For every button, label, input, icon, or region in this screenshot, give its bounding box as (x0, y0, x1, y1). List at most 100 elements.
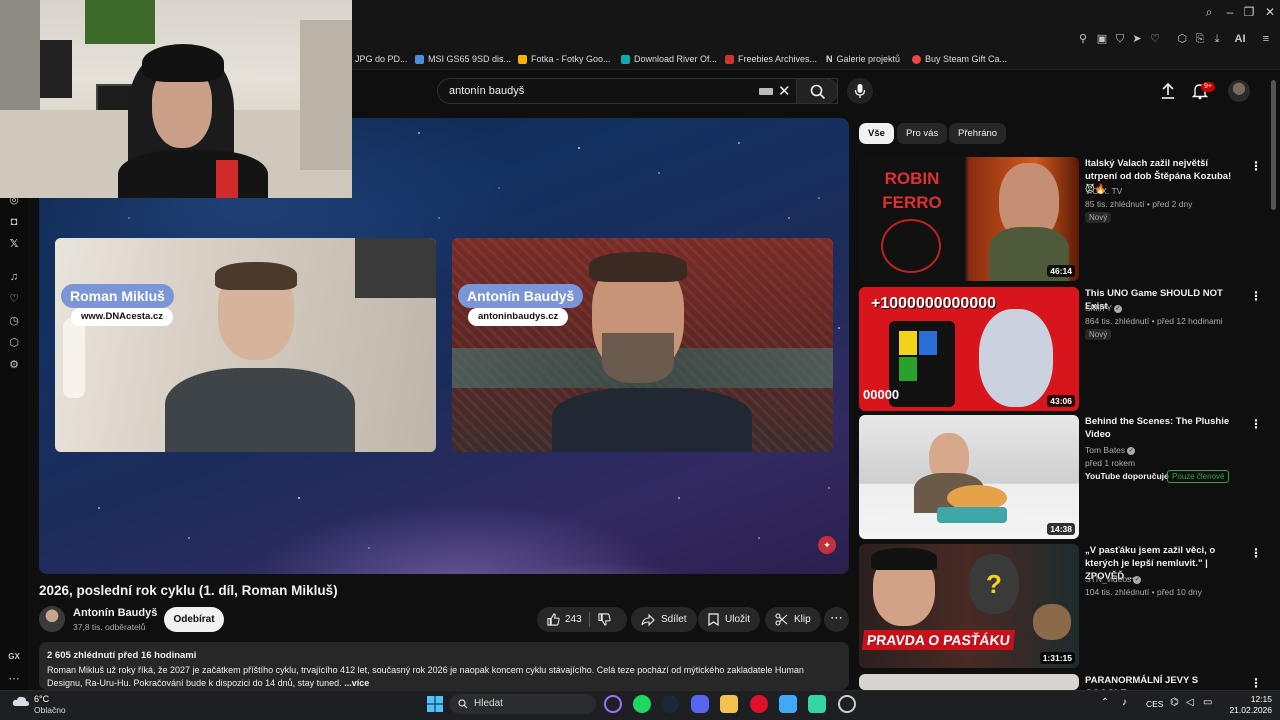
clear-search-icon[interactable]: ✕ (778, 82, 791, 100)
search-tabs-icon[interactable]: ⌕ (1201, 5, 1217, 20)
search-box[interactable]: antonín baudyš ✕ (437, 78, 838, 104)
video-menu-icon[interactable]: ⋮ (1250, 289, 1262, 303)
screen: ⌕ – ❐ ✕ ⚲ ▣ ⛉ ➤ ♡ ⬡ ⎘ ⤓ AI ≡ JPG do PD..… (0, 0, 1280, 720)
network-icon[interactable]: ⌬ (1170, 697, 1179, 708)
tab-icon[interactable]: ▣ (1095, 32, 1109, 46)
minimize-icon[interactable]: – (1222, 5, 1238, 19)
share-button[interactable]: Sdílet (631, 607, 697, 632)
page-scrollbar[interactable] (1271, 80, 1276, 210)
search-button[interactable] (796, 78, 838, 104)
video-thumbnail[interactable]: ? PRAVDA O PASŤÁKU 1:31:15 (859, 544, 1079, 668)
opera-app-icon[interactable] (604, 695, 622, 713)
video-menu-icon[interactable]: ⋮ (1250, 676, 1259, 690)
video-thumbnail[interactable] (859, 674, 1079, 690)
video-menu-icon[interactable]: ⋮ (1250, 159, 1262, 173)
close-window-icon[interactable]: ✕ (1262, 5, 1278, 19)
bookmark-item[interactable]: Buy Steam Gift Ca... (912, 54, 1007, 64)
menu-icon[interactable]: ≡ (1259, 32, 1273, 46)
video-thumbnail[interactable]: ROBIN FERRO 46:14 (859, 157, 1079, 281)
video-title[interactable]: PARANORMÁLNÍ JEVY S GOOGLE (1085, 674, 1233, 690)
channel-name[interactable]: Antonín Baudyš (73, 607, 157, 619)
maximize-icon[interactable]: ❐ (1241, 5, 1257, 19)
recommended-video[interactable]: +1000000000000 00000 43:06 This UNO Game… (859, 287, 1262, 411)
channel-name[interactable]: Tom Bates ✓ (1085, 445, 1136, 455)
spotify-app-icon[interactable] (633, 695, 651, 713)
file-explorer-icon[interactable] (720, 695, 738, 713)
video-menu-icon[interactable]: ⋮ (1250, 417, 1262, 431)
recommended-video[interactable]: 14:38 Behind the Scenes: The Plushie Vid… (859, 415, 1262, 539)
clip-button[interactable]: Klip (765, 607, 821, 632)
video-thumbnail[interactable]: +1000000000000 00000 43:06 (859, 287, 1079, 411)
recommended-video[interactable]: PARANORMÁLNÍ JEVY S GOOGLE ⋮ (859, 674, 1259, 690)
heart-icon[interactable]: ♡ (1148, 32, 1162, 46)
verified-icon: ✓ (1113, 304, 1122, 313)
channel-watermark-icon[interactable]: ✦ (818, 536, 836, 554)
snapshot-icon[interactable]: ⎘ (1193, 32, 1207, 46)
bookmark-item[interactable]: MSI GS65 9SD dis... (415, 54, 511, 64)
account-avatar[interactable] (1228, 80, 1250, 102)
heart-icon[interactable]: ♡ (7, 292, 21, 306)
like-dislike-group: 243 (537, 607, 627, 632)
keyboard-icon[interactable] (759, 88, 773, 95)
video-menu-icon[interactable]: ⋮ (1250, 546, 1262, 560)
gx-icon[interactable]: GX (7, 650, 21, 664)
bookmark-item[interactable]: Fotka - Fotky Goo... (518, 54, 611, 64)
upload-button[interactable] (1160, 82, 1176, 105)
download-icon[interactable]: ⤓ (1210, 32, 1224, 46)
send-icon[interactable]: ➤ (1130, 32, 1144, 46)
save-button[interactable]: Uložit (698, 607, 761, 632)
more-actions-button[interactable]: ⋯ (824, 607, 849, 632)
chip-watched[interactable]: Přehráno (949, 123, 1007, 144)
shield-icon[interactable]: ⛉ (1113, 32, 1127, 46)
bookmark-item[interactable]: JPG do PD... (355, 54, 408, 64)
channel-name[interactable]: STN_videos ✓ (1085, 574, 1142, 584)
voice-search-button[interactable] (847, 78, 873, 104)
music-icon[interactable]: ♫ (7, 270, 21, 284)
channel-name[interactable]: V.O.X. TV (1085, 186, 1122, 196)
pin-icon[interactable]: ⚲ (1076, 32, 1090, 46)
input-language[interactable]: CES (1146, 699, 1163, 709)
person-shirt (165, 368, 355, 452)
bookmark-item[interactable]: N Galerie projektů (826, 54, 900, 64)
weather-temperature[interactable]: 6°C (34, 694, 49, 704)
channel-name[interactable]: SMii7Y ✓ (1085, 303, 1122, 313)
subscribe-button[interactable]: Odebírat (164, 607, 224, 632)
extensions-icon[interactable]: ⬡ (7, 336, 21, 350)
search-input[interactable]: antonín baudyš (449, 85, 524, 97)
settings-icon[interactable]: ⚙ (7, 358, 21, 372)
discord-app-icon[interactable] (691, 695, 709, 713)
system-clock[interactable]: 12:15 21.02.2026 (1228, 694, 1272, 716)
like-button[interactable]: 243 (547, 613, 582, 626)
share-icon (641, 613, 655, 626)
weather-description[interactable]: Oblačno (34, 705, 66, 715)
more-icon[interactable]: ⋯ (7, 672, 21, 686)
description-box[interactable]: 2 605 zhlédnutí před 16 hodinami Roman M… (39, 642, 849, 690)
chip-for-you[interactable]: Pro vás (897, 123, 948, 144)
video-thumbnail[interactable]: 14:38 (859, 415, 1079, 539)
bookmark-item[interactable]: Download River Of... (621, 54, 717, 64)
volume-icon[interactable]: ◁ (1186, 697, 1194, 708)
taskbar-search[interactable]: Hledat (450, 694, 596, 714)
chat-app-icon[interactable] (808, 695, 826, 713)
extensions-icon[interactable]: ⬡ (1175, 32, 1189, 46)
video-title[interactable]: Behind the Scenes: The Plushie Video (1085, 415, 1233, 441)
dislike-button[interactable] (598, 613, 611, 629)
recommended-video[interactable]: ROBIN FERRO 46:14 Italský Valach zažil n… (859, 157, 1262, 281)
start-button[interactable] (426, 695, 444, 713)
microphone-tray-icon[interactable]: ♪ (1122, 697, 1127, 708)
history-icon[interactable]: ◷ (7, 314, 21, 328)
show-more-link[interactable]: ...více (344, 678, 369, 688)
chip-all[interactable]: Vše (859, 123, 894, 144)
battery-icon[interactable]: ▭ (1203, 697, 1212, 708)
steam-app-icon[interactable] (661, 695, 679, 713)
channel-avatar[interactable] (39, 606, 65, 632)
recommended-video[interactable]: ? PRAVDA O PASŤÁKU 1:31:15 „V pasťáku js… (859, 544, 1262, 668)
tray-chevron-icon[interactable]: ⌃ (1101, 697, 1109, 708)
bookmark-item[interactable]: Freebies Archives... (725, 54, 817, 64)
settings-app-icon[interactable] (838, 695, 856, 713)
photos-app-icon[interactable] (779, 695, 797, 713)
ai-button[interactable]: AI (1230, 32, 1250, 46)
x-icon[interactable]: 𝕏 (7, 237, 21, 251)
instagram-icon[interactable]: ◘ (7, 215, 21, 229)
opera-gx-app-icon[interactable] (750, 695, 768, 713)
